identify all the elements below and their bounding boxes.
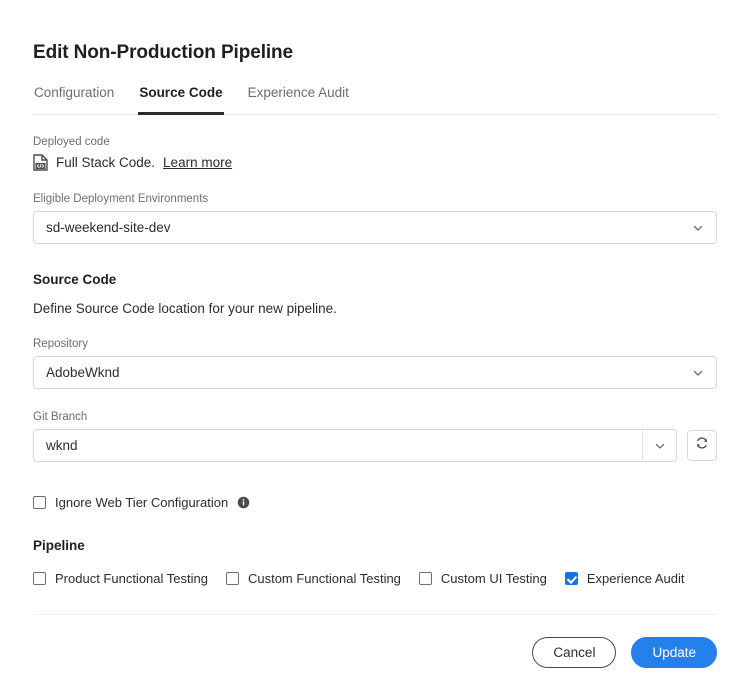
page-title: Edit Non-Production Pipeline — [33, 0, 717, 64]
experience-audit-label: Experience Audit — [587, 571, 685, 586]
tab-experience-audit[interactable]: Experience Audit — [247, 85, 350, 115]
cancel-button[interactable]: Cancel — [532, 637, 616, 668]
git-branch-group: Git Branch wknd — [33, 411, 717, 462]
ignore-web-tier-label: Ignore Web Tier Configuration — [55, 495, 228, 510]
checkbox-row-custom-functional-testing[interactable]: Custom Functional Testing — [226, 571, 401, 586]
chevron-down-icon — [692, 222, 704, 234]
repository-select[interactable]: AdobeWknd — [33, 356, 717, 389]
pipeline-heading: Pipeline — [33, 538, 717, 553]
repository-value: AdobeWknd — [46, 365, 692, 380]
pipeline-options: Product Functional Testing Custom Functi… — [33, 571, 717, 586]
eligible-environments-value: sd-weekend-site-dev — [46, 220, 692, 235]
custom-functional-testing-checkbox[interactable] — [226, 572, 239, 585]
custom-ui-testing-checkbox[interactable] — [419, 572, 432, 585]
eligible-environments-group: Eligible Deployment Environments sd-week… — [33, 193, 717, 244]
eligible-environments-label: Eligible Deployment Environments — [33, 193, 717, 205]
footer-divider — [33, 614, 717, 615]
custom-ui-testing-label: Custom UI Testing — [441, 571, 547, 586]
repository-label: Repository — [33, 338, 717, 350]
tab-bar: Configuration Source Code Experience Aud… — [33, 85, 717, 115]
deployed-code-text: Full Stack Code. — [56, 155, 155, 170]
deployed-code-label: Deployed code — [33, 136, 717, 148]
info-icon[interactable] — [237, 496, 250, 509]
tab-source-code[interactable]: Source Code — [138, 85, 223, 115]
tab-configuration[interactable]: Configuration — [33, 85, 115, 115]
checkbox-row-experience-audit[interactable]: Experience Audit — [565, 571, 685, 586]
update-button[interactable]: Update — [631, 637, 717, 668]
git-branch-combobox[interactable]: wknd — [33, 429, 677, 462]
chevron-down-icon — [692, 367, 704, 379]
checkbox-row-product-functional-testing[interactable]: Product Functional Testing — [33, 571, 208, 586]
ignore-web-tier-checkbox-row[interactable]: Ignore Web Tier Configuration — [33, 495, 717, 510]
learn-more-link[interactable]: Learn more — [163, 155, 232, 170]
refresh-icon — [695, 436, 709, 455]
product-functional-testing-label: Product Functional Testing — [55, 571, 208, 586]
checkbox-row-custom-ui-testing[interactable]: Custom UI Testing — [419, 571, 547, 586]
git-branch-dropdown-button[interactable] — [642, 430, 676, 461]
custom-functional-testing-label: Custom Functional Testing — [248, 571, 401, 586]
experience-audit-checkbox[interactable] — [565, 572, 578, 585]
repository-group: Repository AdobeWknd — [33, 338, 717, 389]
edit-pipeline-dialog: Edit Non-Production Pipeline Configurati… — [0, 0, 750, 668]
ignore-web-tier-checkbox[interactable] — [33, 496, 46, 509]
git-branch-label: Git Branch — [33, 411, 717, 423]
deployed-code-row: Full Stack Code. Learn more — [33, 154, 717, 171]
chevron-down-icon — [654, 440, 666, 452]
eligible-environments-select[interactable]: sd-weekend-site-dev — [33, 211, 717, 244]
deployed-code-section: Deployed code Full Stack Code. Learn mor… — [33, 136, 717, 171]
git-branch-value: wknd — [34, 430, 642, 461]
dialog-footer: Cancel Update — [33, 637, 717, 668]
source-code-heading: Source Code — [33, 272, 717, 287]
code-file-icon — [33, 154, 48, 171]
source-code-description: Define Source Code location for your new… — [33, 301, 717, 316]
git-branch-row: wknd — [33, 429, 717, 462]
refresh-branches-button[interactable] — [687, 430, 717, 461]
product-functional-testing-checkbox[interactable] — [33, 572, 46, 585]
